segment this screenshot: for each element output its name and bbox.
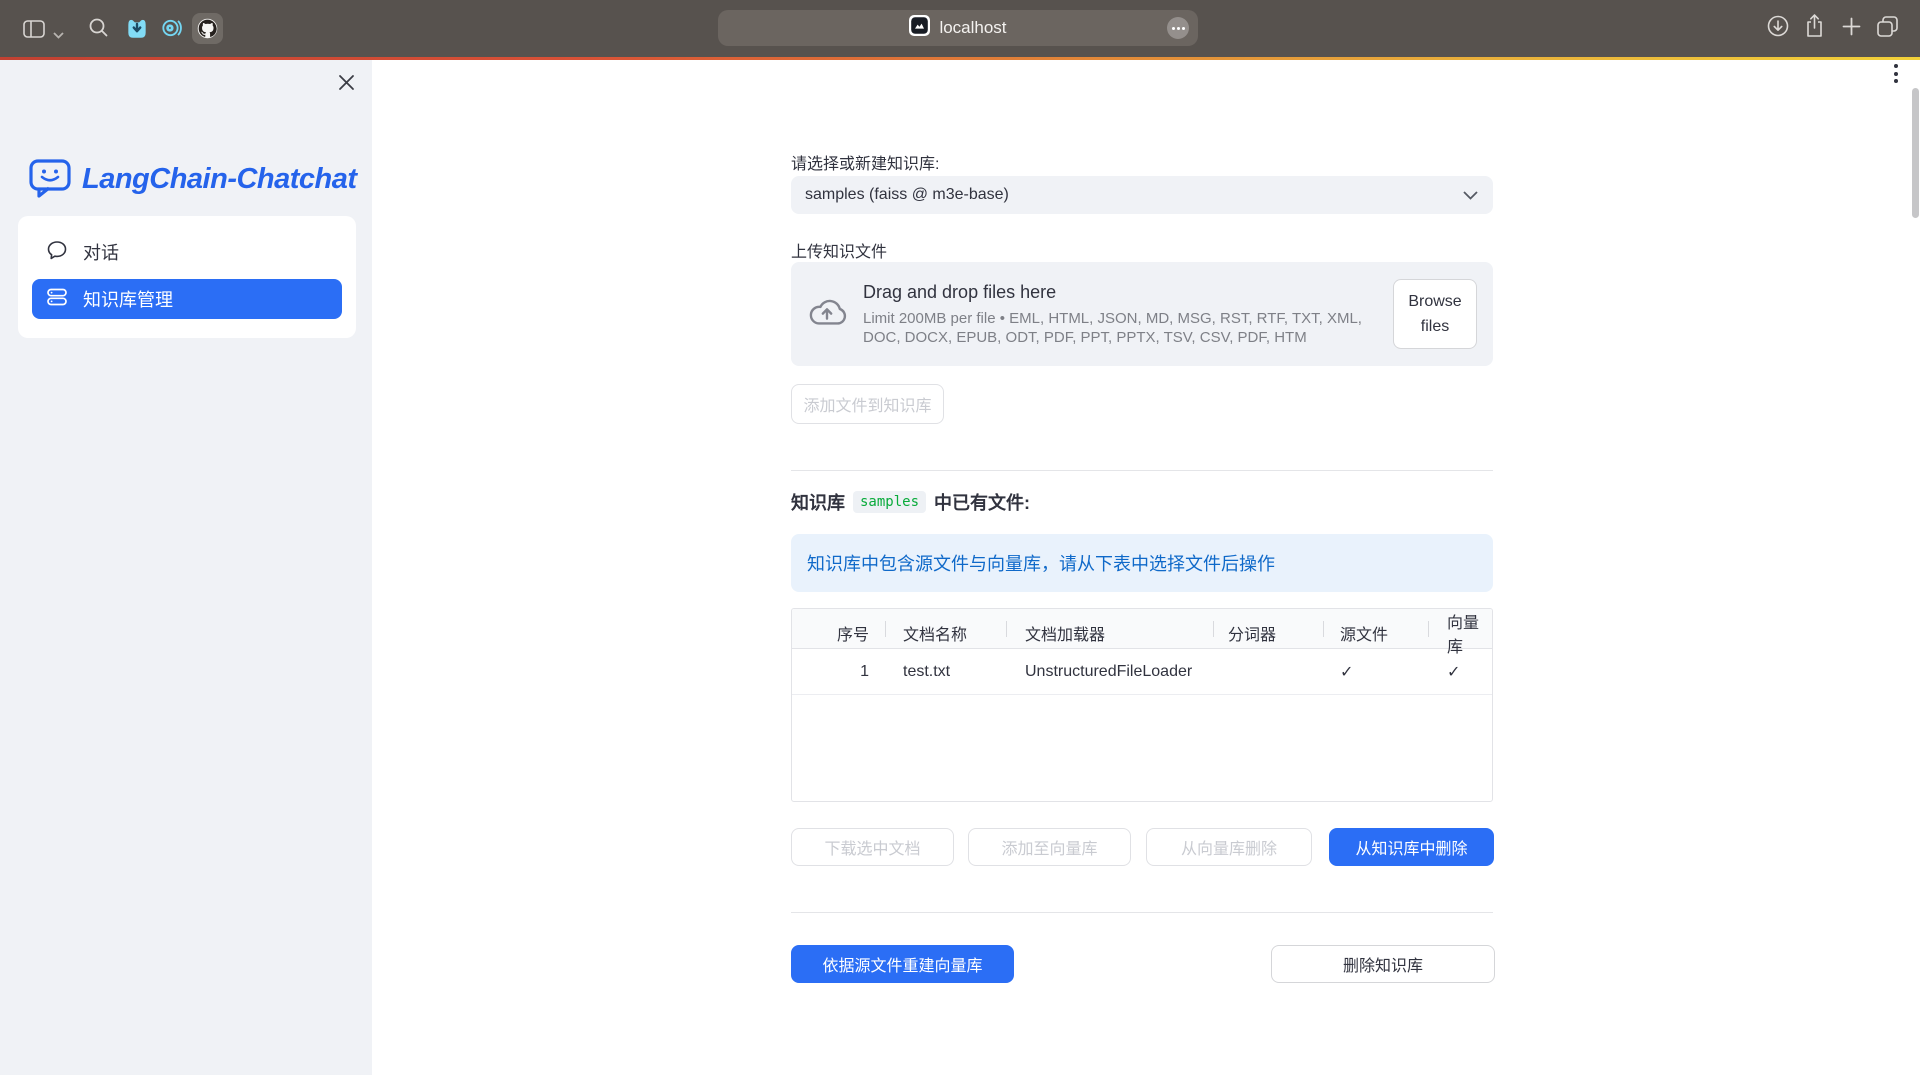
info-alert: 知识库中包含源文件与向量库，请从下表中选择文件后操作: [791, 534, 1493, 592]
sidebar-item-label: 知识库管理: [83, 286, 173, 312]
dropzone-hint: Limit 200MB per file • EML, HTML, JSON, …: [863, 309, 1383, 347]
app-menu-kebab-icon[interactable]: [1889, 64, 1903, 90]
dropzone-title: Drag and drop files here: [863, 282, 1383, 303]
extension-broadcast-icon[interactable]: [158, 15, 184, 46]
col-header-index: 序号: [792, 609, 885, 657]
sidebar-bottom-strip: [0, 1075, 372, 1080]
address-url: localhost: [939, 18, 1006, 38]
sidebar-item-label: 对话: [83, 239, 119, 265]
app-logo: LangChain-Chatchat: [28, 156, 358, 202]
logo-chat-bubble-icon: [28, 155, 72, 204]
address-more-icon[interactable]: [1167, 17, 1189, 39]
kb-files-heading: 知识库 samples 中已有文件:: [791, 489, 1030, 515]
new-tab-icon[interactable]: [1842, 17, 1861, 41]
search-icon[interactable]: [88, 17, 109, 43]
kb-name-code: samples: [853, 491, 926, 513]
sidebar-menu: 对话 知识库管理: [18, 216, 356, 338]
add-files-button: 添加文件到知识库: [791, 384, 944, 424]
kb-heading-suffix: 中已有文件:: [934, 489, 1030, 515]
screen: localhost LangChain-Chatchat: [0, 0, 1920, 1080]
sidebar-item-knowledge-base[interactable]: 知识库管理: [32, 279, 342, 319]
info-alert-text: 知识库中包含源文件与向量库，请从下表中选择文件后操作: [807, 550, 1275, 576]
divider: [791, 912, 1493, 913]
chevron-down-icon: [1463, 191, 1478, 200]
chat-bubble-icon: [46, 239, 68, 266]
sidebar-toggle-chevron-icon[interactable]: [53, 26, 64, 44]
kb-files-table: 序号 文档名称 文档加载器 分词器 源文件 向量库 1 test.txt Uns…: [791, 608, 1493, 802]
scrollbar-thumb[interactable]: [1912, 88, 1919, 218]
extension-bookmark-icon[interactable]: [124, 15, 150, 46]
delete-from-kb-button[interactable]: 从知识库中删除: [1329, 828, 1494, 866]
address-bar[interactable]: localhost: [718, 10, 1198, 46]
kb-heading-prefix: 知识库: [791, 489, 845, 515]
delete-kb-button[interactable]: 删除知识库: [1271, 945, 1495, 983]
table-header-row: 序号 文档名称 文档加载器 分词器 源文件 向量库: [792, 609, 1492, 649]
logo-text: LangChain-Chatchat: [82, 163, 357, 196]
sidebar-close-icon[interactable]: [333, 69, 359, 95]
download-selected-button: 下载选中文档: [791, 828, 954, 866]
rebuild-vector-store-button[interactable]: 依据源文件重建向量库: [791, 945, 1014, 983]
site-favicon: [909, 15, 930, 41]
browser-toolbar: localhost: [0, 0, 1920, 57]
sidebar: LangChain-Chatchat 对话 知识库管理: [0, 60, 372, 1080]
share-icon[interactable]: [1804, 13, 1825, 43]
tab-overview-icon[interactable]: [1876, 15, 1899, 43]
col-header-source: 源文件: [1323, 609, 1428, 657]
browse-files-button[interactable]: Browse files: [1393, 279, 1477, 349]
add-to-vector-button: 添加至向量库: [968, 828, 1131, 866]
downloads-icon[interactable]: [1767, 15, 1789, 42]
file-dropzone[interactable]: Drag and drop files here Limit 200MB per…: [791, 262, 1493, 366]
sidebar-toggle-icon[interactable]: [23, 20, 45, 43]
upload-label: 上传知识文件: [791, 238, 887, 262]
kb-select[interactable]: samples (faiss @ m3e-base): [791, 176, 1493, 214]
col-header-loader: 文档加载器: [1006, 609, 1213, 657]
kb-select-label: 请选择或新建知识库:: [791, 150, 939, 174]
stack-icon: [46, 286, 68, 313]
remove-from-vector-button: 从向量库删除: [1146, 828, 1312, 866]
col-header-filename: 文档名称: [885, 609, 1006, 657]
col-header-vector: 向量库: [1428, 609, 1492, 657]
sidebar-item-chat[interactable]: 对话: [32, 232, 342, 272]
cloud-upload-icon: [806, 296, 848, 333]
col-header-splitter: 分词器: [1213, 609, 1323, 657]
divider: [791, 470, 1493, 471]
extension-github-icon[interactable]: [192, 13, 223, 44]
kb-select-value: samples (faiss @ m3e-base): [805, 186, 1009, 204]
